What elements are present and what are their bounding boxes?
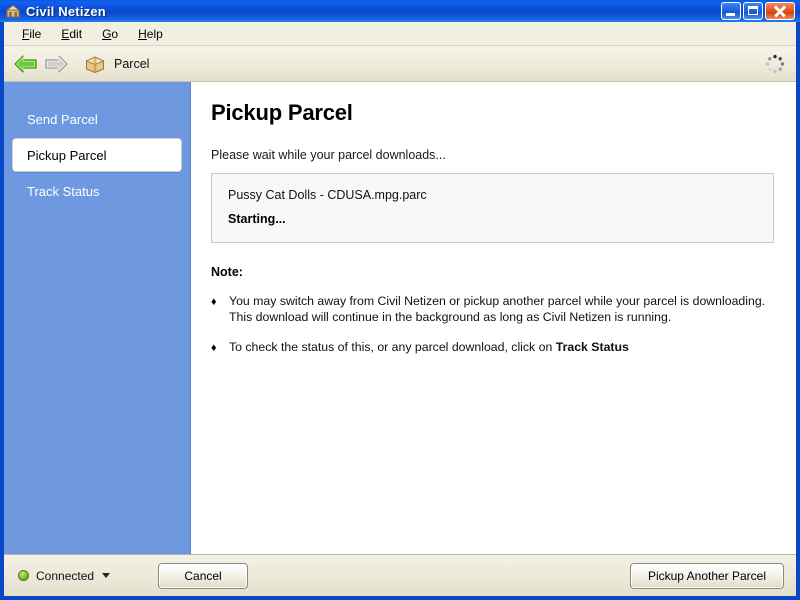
close-button[interactable] (765, 2, 795, 20)
download-status: Starting... (228, 212, 286, 226)
sidebar-item-track-status[interactable]: Track Status (12, 175, 182, 207)
menu-bar: File Edit Go Help (4, 22, 796, 46)
download-file-name: Pussy Cat Dolls - CDUSA.mpg.parc (228, 188, 427, 202)
sidebar-item-pickup-parcel[interactable]: Pickup Parcel (12, 138, 182, 172)
note-item: ♦ To check the status of this, or any pa… (211, 339, 782, 356)
main-content: Pickup Parcel Please wait while your par… (191, 82, 796, 554)
cancel-button[interactable]: Cancel (158, 562, 249, 589)
bullet-icon: ♦ (211, 296, 217, 308)
app-building-icon (5, 3, 21, 19)
menu-item-edit[interactable]: Edit (51, 24, 92, 44)
chevron-down-icon (102, 573, 111, 578)
connection-indicator-icon (18, 570, 29, 581)
parcel-box-icon (84, 53, 106, 75)
status-bar: Connected Cancel Pickup Another Parcel (4, 554, 796, 596)
forward-arrow-icon[interactable] (42, 52, 70, 76)
maximize-button[interactable] (743, 2, 763, 20)
download-panel: Pussy Cat Dolls - CDUSA.mpg.parc Startin… (211, 173, 774, 243)
back-arrow-icon[interactable] (12, 52, 40, 76)
note-text-emphasis[interactable]: Track Status (556, 340, 629, 354)
menu-item-go[interactable]: Go (92, 24, 128, 44)
sidebar: Send Parcel Pickup Parcel Track Status (4, 82, 191, 554)
window-controls (721, 2, 798, 20)
minimize-button[interactable] (721, 2, 741, 20)
sidebar-item-label: Send Parcel (27, 111, 98, 127)
menu-item-help[interactable]: Help (128, 24, 173, 44)
page-title: Pickup Parcel (211, 100, 353, 125)
note-text-part: You may switch away from Civil Netizen o… (229, 294, 766, 324)
bullet-icon: ♦ (211, 342, 217, 354)
wait-message: Please wait while your parcel downloads.… (211, 148, 446, 162)
toolbar-location-label: Parcel (114, 56, 150, 71)
note-text-part: To check the status of this, or any parc… (229, 340, 556, 354)
sidebar-item-label: Track Status (27, 183, 100, 199)
sidebar-item-send-parcel[interactable]: Send Parcel (12, 103, 182, 135)
content-split: Send Parcel Pickup Parcel Track Status P… (4, 82, 796, 554)
toolbar: Parcel (4, 46, 796, 82)
loading-spinner-icon (764, 53, 786, 75)
connection-status-menu[interactable]: Connected (18, 568, 111, 583)
note-item: ♦ You may switch away from Civil Netizen… (211, 293, 782, 325)
window-title: Civil Netizen (26, 3, 106, 19)
note-text: You may switch away from Civil Netizen o… (229, 293, 768, 325)
app-window: Civil Netizen File Edit Go Help Parcel S… (0, 0, 800, 600)
title-bar[interactable]: Civil Netizen (0, 0, 800, 22)
note-text: To check the status of this, or any parc… (229, 339, 629, 356)
connection-status-label: Connected (36, 568, 95, 583)
pickup-another-parcel-button[interactable]: Pickup Another Parcel (630, 562, 784, 589)
note-heading: Note: (211, 265, 243, 279)
sidebar-item-label: Pickup Parcel (27, 147, 107, 163)
menu-item-file[interactable]: File (12, 24, 51, 44)
